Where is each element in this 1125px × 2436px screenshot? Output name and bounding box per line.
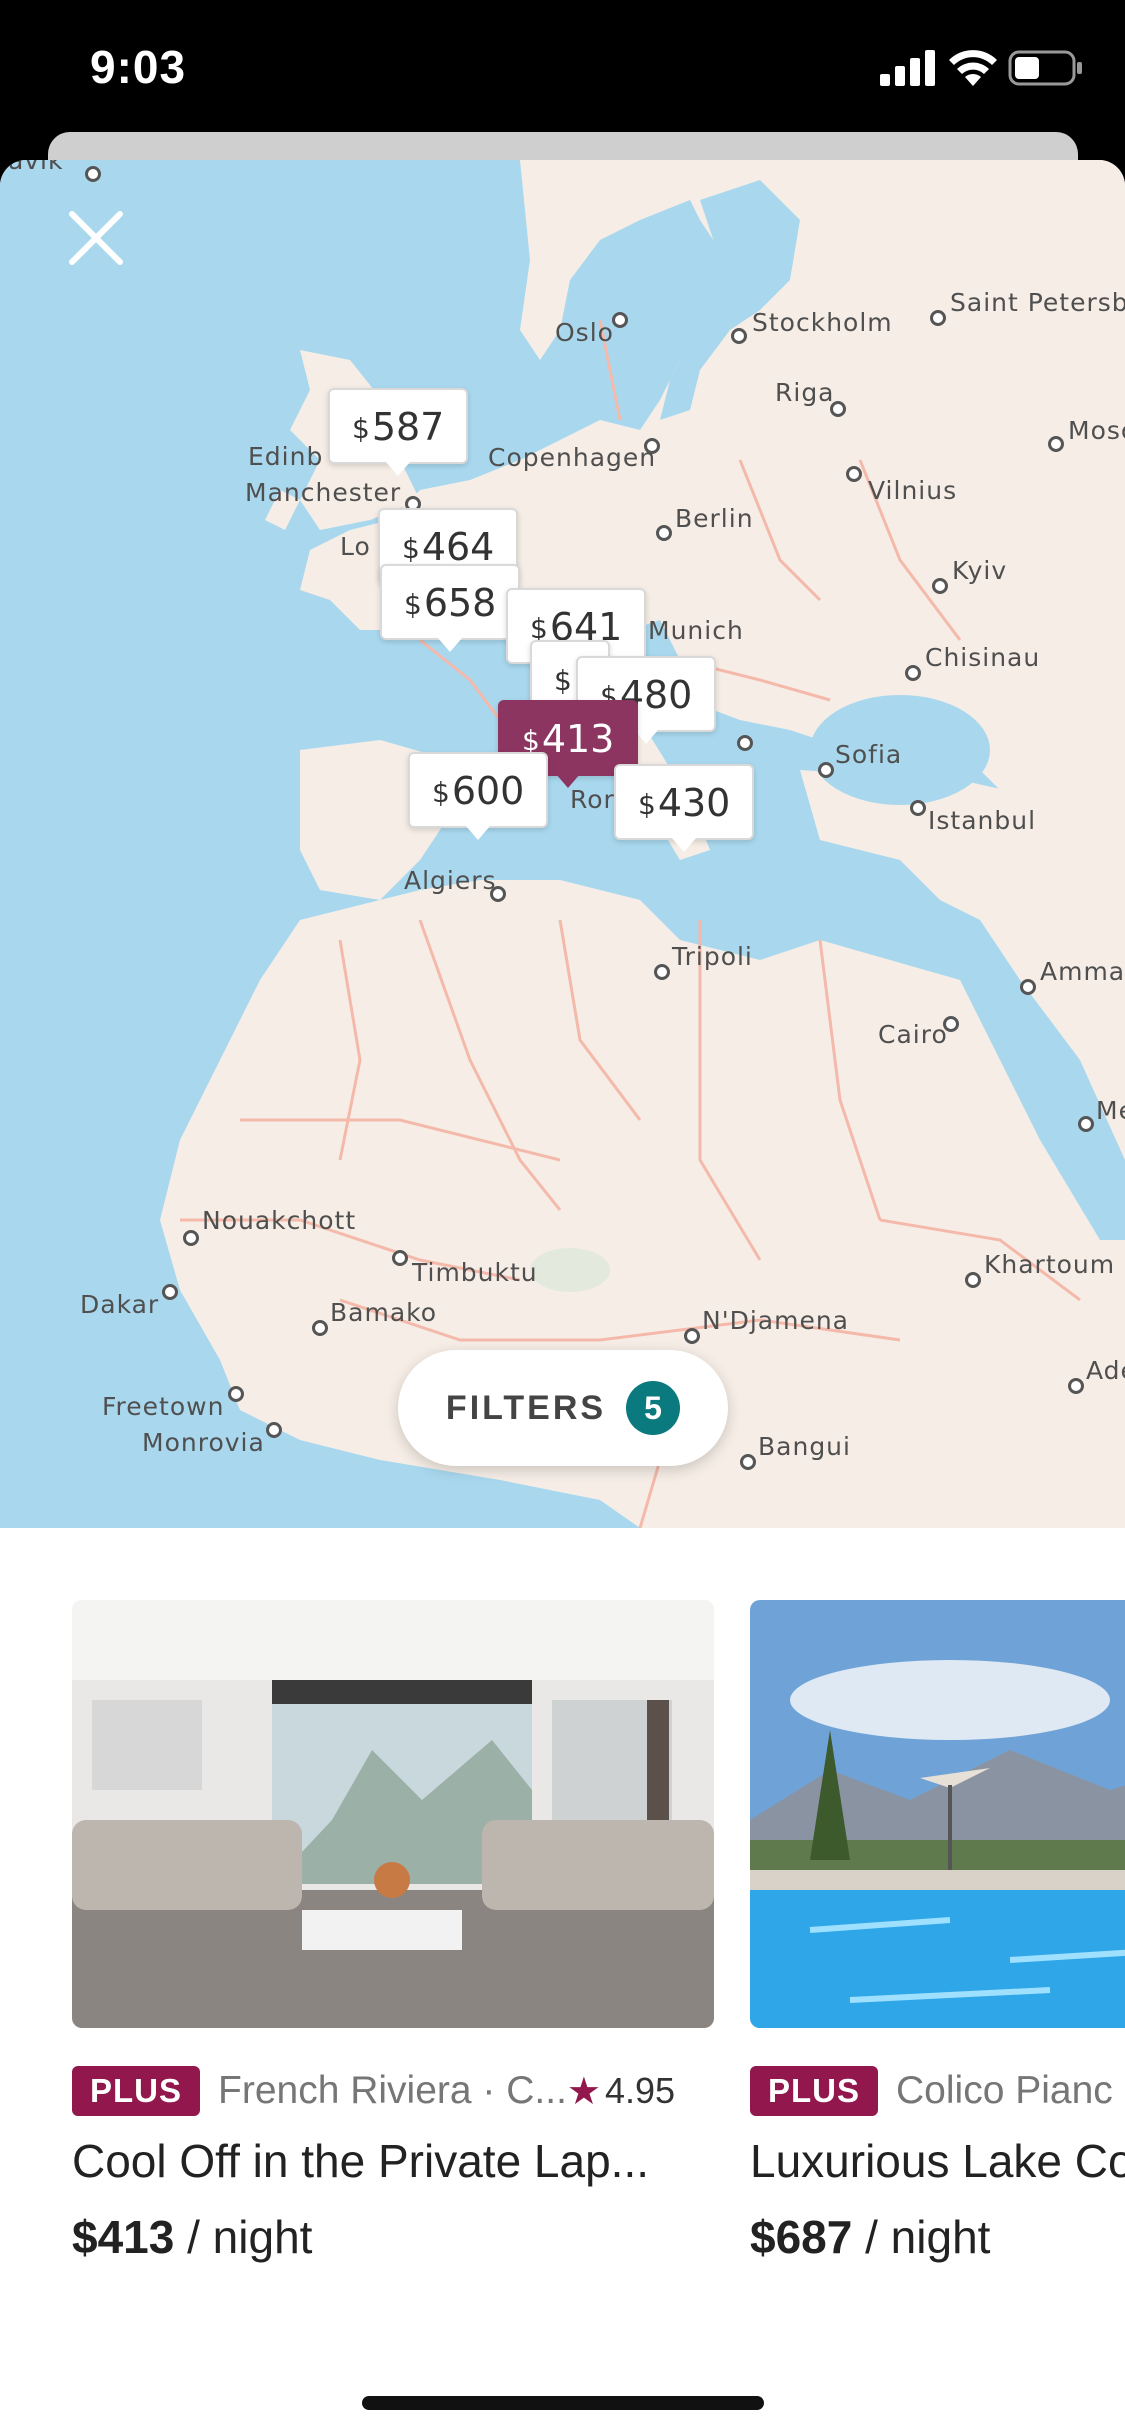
city-label: Nouakchott (202, 1206, 357, 1235)
city-dot (312, 1320, 328, 1336)
city-label: Vilnius (868, 476, 958, 505)
city-label: Sofia (835, 740, 903, 769)
map-view[interactable]: javik Oslo Stockholm Saint Petersbu Riga… (0, 160, 1125, 1528)
home-indicator[interactable] (362, 2396, 764, 2410)
signal-icon (880, 50, 935, 86)
city-dot (818, 762, 834, 778)
city-dot (684, 1328, 700, 1344)
city-dot (965, 1272, 981, 1288)
city-label: Berlin (675, 504, 754, 533)
price-pin[interactable]: $430 (614, 764, 755, 852)
battery-icon (1008, 50, 1082, 86)
city-label: Saint Petersbu (950, 288, 1125, 317)
listing-meta: PLUS French Riviera · C... ★ 4.95 (72, 2066, 714, 2116)
status-time: 9:03 (90, 41, 187, 93)
city-dot (1020, 979, 1036, 995)
city-label: Timbuktu (412, 1258, 538, 1287)
city-label: Oslo (555, 318, 614, 347)
city-dot (612, 312, 628, 328)
city-dot (266, 1422, 282, 1438)
plus-badge: PLUS (750, 2066, 879, 2116)
city-dot (490, 886, 506, 902)
city-label: Dakar (80, 1290, 160, 1319)
city-label: Lo (340, 532, 371, 561)
city-dot (740, 1454, 756, 1470)
city-label: Tripoli (672, 942, 753, 971)
city-dot (654, 964, 670, 980)
star-icon: ★ (566, 2070, 601, 2113)
city-label: Algiers (404, 866, 497, 895)
living-room-image (72, 1600, 714, 2028)
city-label: Khartoum (984, 1250, 1116, 1279)
city-label: Chisinau (925, 643, 1041, 672)
city-label: Stockholm (752, 308, 893, 337)
city-label: javik (0, 160, 64, 175)
filters-count-badge: 5 (626, 1381, 681, 1435)
city-dot (1068, 1378, 1084, 1394)
city-label: Bangui (758, 1432, 851, 1461)
listing-title[interactable]: Luxurious Lake Co (750, 2134, 1125, 2188)
listing-title[interactable]: Cool Off in the Private Lap... (72, 2134, 714, 2188)
city-dot (846, 466, 862, 482)
listing-price: $687 / night (750, 2211, 991, 2263)
listing-photo[interactable] (72, 1600, 714, 2028)
listing-photo[interactable] (750, 1600, 1125, 2028)
city-dot (932, 578, 948, 594)
pool-villa-image (750, 1600, 1125, 2028)
city-label: Kyiv (952, 556, 1008, 585)
city-dot (392, 1250, 408, 1266)
city-dot (731, 328, 747, 344)
city-label: Munich (648, 616, 744, 645)
city-label: Me (1096, 1096, 1125, 1125)
city-dot (905, 665, 921, 681)
listing-carousel[interactable]: PLUS French Riviera · C... ★ 4.95 Cool O… (0, 1600, 1125, 2300)
city-dot (85, 166, 101, 182)
city-dot (183, 1230, 199, 1246)
listing-price: $413 / night (72, 2211, 313, 2263)
listing-card[interactable]: PLUS Colico Pianc Luxurious Lake Co $687… (750, 1600, 1125, 2264)
city-dot (644, 438, 660, 454)
map-modal: javik Oslo Stockholm Saint Petersbu Riga… (0, 160, 1125, 2436)
city-label: Ade (1086, 1356, 1125, 1385)
city-label: Ror (570, 785, 615, 814)
close-icon[interactable] (60, 202, 132, 274)
filters-button[interactable]: FILTERS 5 (398, 1350, 728, 1466)
price-pin[interactable]: $587 (328, 388, 469, 476)
listing-rating: 4.95 (605, 2070, 676, 2111)
city-label: Freetown (102, 1392, 225, 1421)
city-dot (930, 310, 946, 326)
map-base (160, 160, 1125, 1528)
listing-location: Colico Pianc (896, 2069, 1113, 2112)
city-dot (910, 800, 926, 816)
listing-meta: PLUS Colico Pianc (750, 2066, 1125, 2116)
city-label: Manchester (245, 478, 402, 507)
price-pin[interactable]: $658 (380, 564, 521, 652)
city-dot (162, 1284, 178, 1300)
city-dot (943, 1016, 959, 1032)
city-label: Amman (1040, 957, 1125, 986)
plus-badge: PLUS (72, 2066, 201, 2116)
city-dot (656, 525, 672, 541)
city-label: Copenhagen (488, 443, 657, 472)
city-dot (228, 1386, 244, 1402)
city-label: Edinb (248, 442, 324, 471)
city-dot (1078, 1116, 1094, 1132)
price-pin[interactable]: $600 (408, 752, 549, 840)
city-label: Istanbul (928, 806, 1037, 835)
status-bar: 9:03 (0, 0, 1125, 140)
city-label: N'Djamena (702, 1306, 849, 1335)
filters-label: FILTERS (445, 1388, 607, 1427)
city-label: Riga (775, 378, 835, 407)
wifi-icon (949, 50, 997, 86)
listing-card[interactable]: PLUS French Riviera · C... ★ 4.95 Cool O… (72, 1600, 714, 2264)
city-label: Bamako (330, 1298, 438, 1327)
city-label: Monrovia (142, 1428, 265, 1457)
city-label: Cairo (878, 1020, 948, 1049)
city-dot (1048, 436, 1064, 452)
city-dot (737, 735, 753, 751)
listing-location: French Riviera · C... (218, 2069, 567, 2112)
city-dot (830, 401, 846, 417)
city-label: Mosc (1068, 416, 1125, 445)
